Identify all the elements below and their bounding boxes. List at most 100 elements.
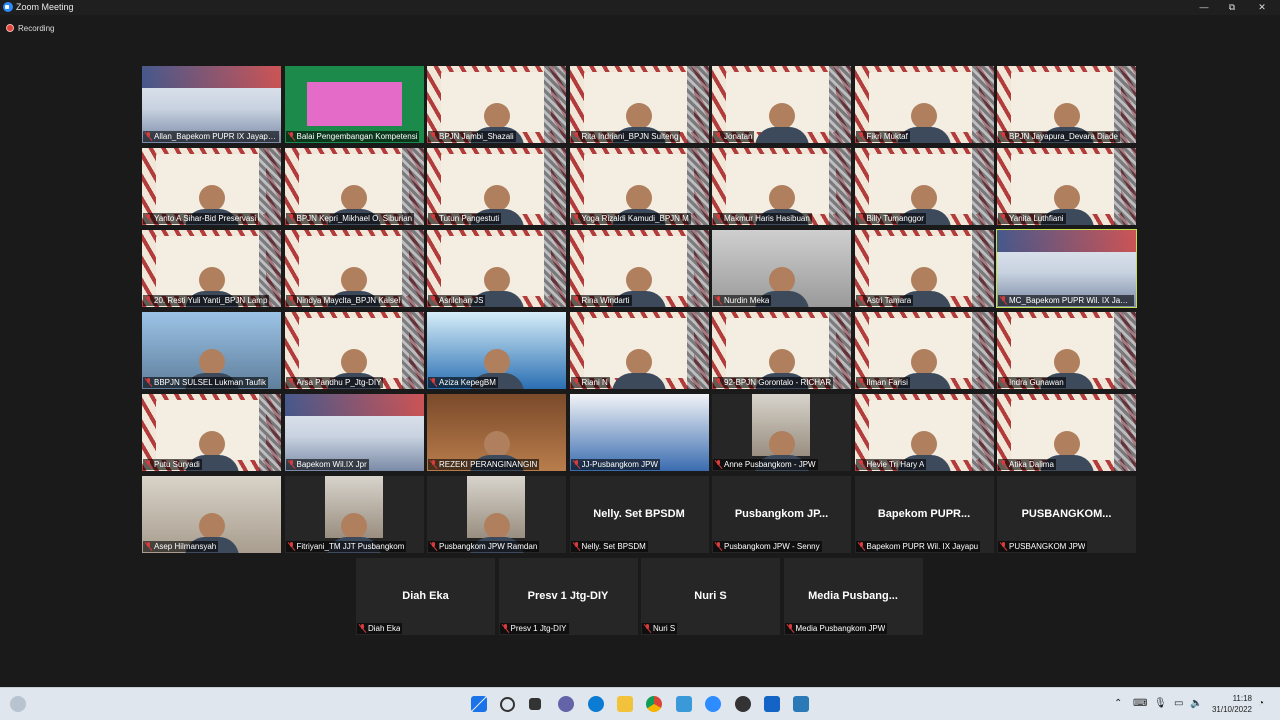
file-explorer-icon[interactable]	[617, 696, 633, 712]
participant-tile[interactable]: Yoga Rizaldi Kamudi_BPJN M	[569, 148, 709, 225]
participant-tile[interactable]: Fikri Muktaf	[854, 66, 994, 143]
participant-video-figure	[469, 103, 524, 143]
close-button[interactable]: ✕	[1245, 0, 1279, 15]
participant-name: 20. Resti Yuli Yanti_BPJN Lamp	[154, 296, 268, 305]
mic-muted-icon	[145, 542, 152, 551]
participant-tile[interactable]: Pusbangkom JPW Ramdan	[427, 476, 566, 553]
participant-tile[interactable]: Tutun Pangestuti	[427, 148, 566, 225]
participant-name: Atika Dalima	[1009, 460, 1054, 469]
participant-tile[interactable]: Rina Windarti	[569, 230, 709, 307]
participant-tile[interactable]: PUSBANGKOM... PUSBANGKOM JPW	[997, 476, 1136, 553]
participant-name: BPJN Jayapura_Devara Diade	[1009, 132, 1118, 141]
weather-icon[interactable]	[10, 696, 26, 712]
participant-tile[interactable]: Arsa Pandhu P_Jtg-DIY	[284, 312, 424, 389]
participant-tile[interactable]: 20. Resti Yuli Yanti_BPJN Lamp	[142, 230, 281, 307]
participant-tile[interactable]: Billy Tumanggor	[854, 148, 994, 225]
participant-tile[interactable]: Nuri S Nuri S	[641, 558, 780, 635]
participant-tile[interactable]: Media Pusbang... Media Pusbangkom JPW	[783, 558, 923, 635]
participant-tile[interactable]: Yanita Luthfiani	[997, 148, 1136, 225]
recording-indicator[interactable]: Recording	[6, 21, 54, 35]
network-icon[interactable]: ▭	[1174, 698, 1183, 709]
participant-tile[interactable]: REZEKI PERANGINANGIN	[427, 394, 566, 471]
participant-display-name: Bapekom PUPR...	[877, 508, 971, 520]
mic-muted-icon	[145, 378, 152, 387]
participant-tile[interactable]: Yanto A Sihar-Bid Preservasi	[142, 148, 281, 225]
participant-tile[interactable]: Astri Tamara	[854, 230, 994, 307]
participant-tile[interactable]: Aziza KepegBM	[427, 312, 566, 389]
mic-muted-icon	[288, 296, 295, 305]
participant-tile[interactable]: Nindya Mayclta_BPJN Kalsel	[284, 230, 424, 307]
mic-muted-icon	[573, 214, 580, 223]
participant-tile[interactable]: BPJN Kepri_Mikhael O. Siburian	[284, 148, 424, 225]
system-clock[interactable]: 11:18 31/10/2022	[1206, 693, 1252, 715]
participant-tile[interactable]: Asep Hilmansyah	[142, 476, 281, 553]
chevron-up-icon[interactable]: ⌃	[1114, 698, 1122, 709]
participant-tile[interactable]: Ilman Farisi	[854, 312, 994, 389]
chat-icon[interactable]	[558, 696, 574, 712]
notepad-icon[interactable]	[676, 696, 692, 712]
participant-tile[interactable]: MC_Bapekom PUPR Wil. IX Jayap	[996, 229, 1137, 308]
participant-name: Ilman Farisi	[866, 378, 908, 387]
participant-name-label: Makmur Haris Hasibuan	[713, 213, 812, 224]
participant-name-label: Pusbangkom JPW Ramdan	[428, 541, 540, 552]
participant-tile[interactable]: JJ-Pusbangkom JPW	[569, 394, 709, 471]
participant-tile[interactable]: Balai Pengembangan Kompetensi	[284, 66, 424, 143]
participant-name-label: Pusbangkom JPW - Senny	[713, 541, 822, 552]
participant-tile[interactable]: BPJN Jambi_Shazali	[427, 66, 566, 143]
participant-tile[interactable]: Makmur Haris Hasibuan	[712, 148, 851, 225]
participant-name: Arsa Pandhu P_Jtg-DIY	[296, 378, 382, 387]
participant-tile[interactable]: Allan_Bapekom PUPR IX Jayapura	[142, 66, 281, 143]
mic-muted-icon	[1000, 214, 1007, 223]
participant-name: Yanita Luthfiani	[1009, 214, 1064, 223]
participant-tile[interactable]: Presv 1 Jtg-DIY Presv 1 Jtg-DIY	[498, 558, 638, 635]
participant-tile[interactable]: Hevie Tri Hary A	[854, 394, 994, 471]
keyboard-icon[interactable]: ⌨	[1133, 698, 1147, 709]
participant-tile[interactable]: Diah Eka Diah Eka	[356, 558, 495, 635]
participant-tile[interactable]: Nelly. Set BPSDM Nelly. Set BPSDM	[569, 476, 709, 553]
zoom-taskbar-icon[interactable]	[705, 696, 721, 712]
restore-button[interactable]: ⧉	[1215, 0, 1249, 15]
participant-tile[interactable]: BPJN Jayapura_Devara Diade	[997, 66, 1136, 143]
participant-tile[interactable]: Indra Gunawan	[997, 312, 1136, 389]
photos-icon[interactable]	[793, 696, 809, 712]
mic-muted-icon	[573, 542, 580, 551]
mic-muted-icon	[430, 460, 437, 469]
participant-name-label: 92-BPJN Gorontalo - RICHAR	[713, 377, 834, 388]
participant-tile[interactable]: Jonatan	[712, 66, 851, 143]
participant-tile[interactable]: BBPJN SULSEL Lukman Taufik	[142, 312, 281, 389]
notification-icon[interactable]: ◔	[1258, 698, 1264, 709]
participant-display-name: Diah Eka	[402, 590, 449, 602]
participant-tile[interactable]: Bapekom Wil.IX Jpr	[284, 394, 424, 471]
participant-video-figure	[184, 349, 239, 389]
participant-name-label: Yanita Luthfiani	[998, 213, 1066, 224]
participant-tile[interactable]: Riani N	[569, 312, 709, 389]
mic-muted-icon	[430, 214, 437, 223]
participant-tile[interactable]: Fitriyani_TM JJT Pusbangkom	[284, 476, 424, 553]
volume-icon[interactable]: 🔈	[1190, 698, 1202, 709]
media-player-icon[interactable]	[764, 696, 780, 712]
participant-video-figure	[754, 185, 809, 225]
recorder-icon[interactable]	[735, 696, 751, 712]
participant-tile[interactable]: Nurdin Meka	[712, 230, 851, 307]
microphone-icon[interactable]: 🎙	[1154, 698, 1167, 709]
participant-tile[interactable]: Pusbangkom JP... Pusbangkom JPW - Senny	[712, 476, 851, 553]
participant-tile[interactable]: Bapekom PUPR... Bapekom PUPR Wil. IX Jaya…	[854, 476, 994, 553]
windows-start-icon[interactable]	[471, 696, 487, 712]
participant-video-figure	[1039, 431, 1094, 471]
task-view-icon[interactable]	[529, 698, 541, 710]
search-icon[interactable]	[500, 697, 515, 712]
participant-tile[interactable]: Asrilchan JS	[427, 230, 566, 307]
participant-video-figure	[897, 267, 951, 307]
participant-name-label: Bapekom PUPR Wil. IX Jayapu	[855, 541, 981, 552]
participant-tile[interactable]: Atika Dalima	[997, 394, 1136, 471]
participant-tile[interactable]: Rita Indriani_BPJN Sulteng	[569, 66, 709, 143]
participant-video-figure	[327, 513, 381, 553]
participant-tile[interactable]: Anne Pusbangkom - JPW	[712, 394, 851, 471]
participant-tile[interactable]: Putu Suryadi	[142, 394, 281, 471]
edge-icon[interactable]	[588, 696, 604, 712]
participant-tile[interactable]: 92-BPJN Gorontalo - RICHAR	[712, 312, 851, 389]
participant-name: Pusbangkom JPW Ramdan	[439, 542, 538, 551]
chrome-icon[interactable]	[646, 696, 662, 712]
participant-name-label: Yoga Rizaldi Kamudi_BPJN M	[570, 213, 691, 224]
participant-name-label: Media Pusbangkom JPW	[784, 623, 888, 634]
